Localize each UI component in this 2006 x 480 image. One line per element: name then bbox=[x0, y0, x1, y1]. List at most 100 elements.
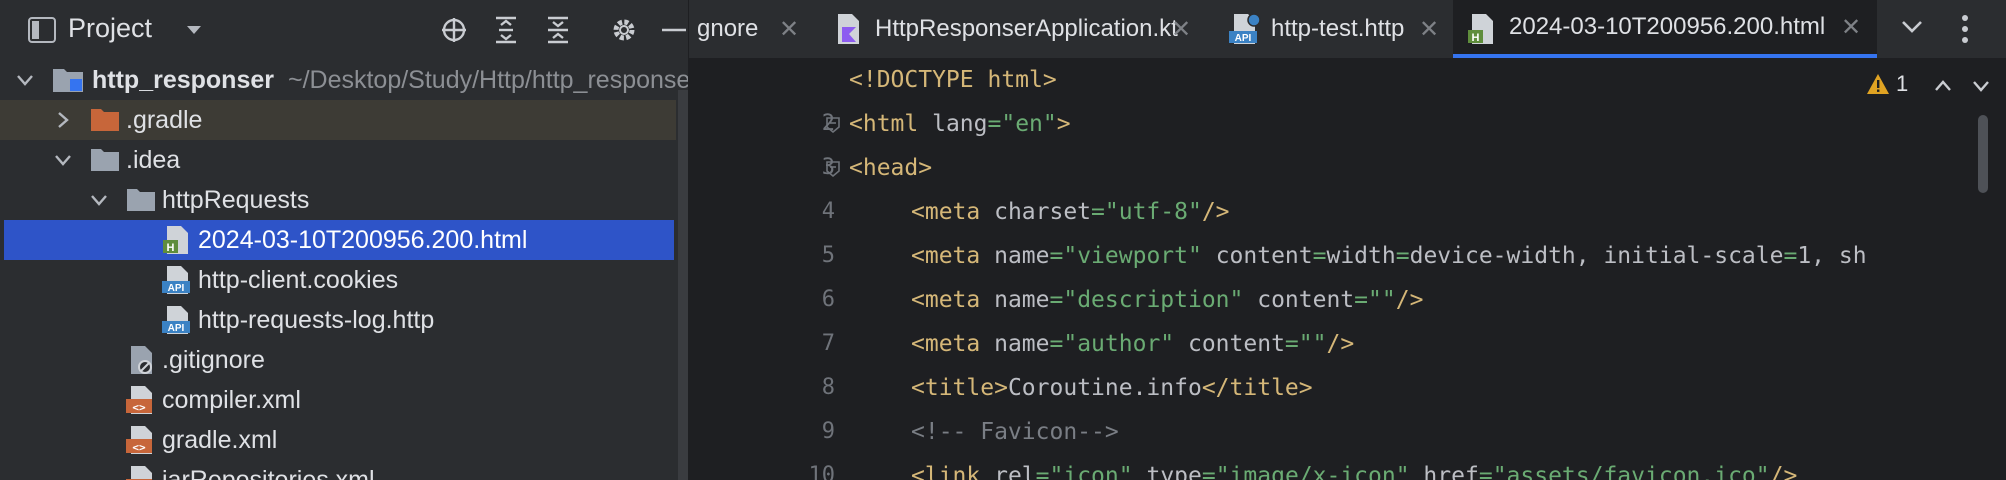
svg-text:<>: <> bbox=[132, 401, 146, 414]
folder-icon bbox=[90, 106, 120, 136]
minimize-icon[interactable] bbox=[658, 14, 688, 46]
xml-file-icon: <> bbox=[126, 385, 156, 415]
close-icon[interactable]: ✕ bbox=[1171, 15, 1191, 44]
ignore-file-icon bbox=[126, 345, 156, 375]
line-number: 9 bbox=[821, 419, 835, 444]
code-line: <meta name="description" content=""/> bbox=[911, 287, 1424, 313]
code-line: <meta name="viewport" content=width=devi… bbox=[911, 243, 1867, 269]
tab-http-test[interactable]: API http-test.http ✕ bbox=[1215, 0, 1453, 58]
line-number: 10 bbox=[808, 463, 836, 480]
chevron-down-icon[interactable] bbox=[14, 69, 36, 91]
code-line: <title>Coroutine.info</title> bbox=[911, 375, 1313, 401]
tree-item-gradle-xml[interactable]: <> gradle.xml bbox=[0, 420, 676, 460]
code-line: <meta charset="utf-8"/> bbox=[911, 199, 1230, 225]
code-line: <head> bbox=[849, 155, 933, 181]
close-icon[interactable]: ✕ bbox=[1841, 13, 1861, 42]
folder-icon bbox=[90, 146, 120, 176]
html-file-icon: H bbox=[162, 225, 192, 255]
tree-item-jarrepositories-xml[interactable]: jarRepositories.xml bbox=[0, 460, 676, 480]
gear-icon[interactable] bbox=[608, 14, 640, 46]
tab-gitignore[interactable]: gnore ✕ bbox=[689, 0, 817, 58]
more-icon[interactable] bbox=[1961, 14, 1969, 49]
tree-item-label: .idea bbox=[126, 145, 181, 174]
api-file-icon: API bbox=[162, 305, 192, 335]
fold-marker-icon[interactable] bbox=[826, 117, 840, 134]
line-number: 2 bbox=[821, 111, 835, 136]
collapse-all-icon[interactable] bbox=[542, 14, 574, 46]
project-view-icon[interactable] bbox=[26, 14, 58, 46]
api-file-icon: API bbox=[162, 265, 192, 295]
tree-item-html-file[interactable]: H 2024-03-10T200956.200.html bbox=[4, 220, 674, 260]
xml-file-icon: <> bbox=[126, 425, 156, 455]
tree-item-idea[interactable]: .idea bbox=[0, 140, 676, 180]
tree-item-label: http-requests-log.http bbox=[198, 305, 435, 334]
tab-label: gnore bbox=[697, 15, 759, 42]
tab-label: http-test.http bbox=[1271, 15, 1405, 42]
chevron-down-icon[interactable] bbox=[1972, 77, 1990, 96]
line-gutter: 2 3 4 5 6 7 8 9 10 bbox=[689, 59, 840, 480]
line-number: 8 bbox=[821, 375, 835, 400]
chevron-down-icon[interactable] bbox=[52, 149, 74, 171]
kotlin-file-icon bbox=[833, 13, 863, 52]
inspection-widget[interactable]: 1 bbox=[1846, 59, 2006, 103]
tab-label: 2024-03-10T200956.200.html bbox=[1509, 13, 1826, 40]
code-line: <!DOCTYPE html> bbox=[849, 67, 1057, 93]
line-number: 7 bbox=[821, 331, 835, 356]
chevron-down-icon[interactable] bbox=[88, 189, 110, 211]
project-panel-header: Project bbox=[0, 0, 688, 60]
line-number: 3 bbox=[821, 155, 835, 180]
chevron-down-icon[interactable] bbox=[1901, 20, 1923, 39]
svg-text:<>: <> bbox=[132, 441, 146, 454]
tree-item-label: jarRepositories.xml bbox=[162, 465, 375, 480]
locate-icon[interactable] bbox=[438, 14, 470, 46]
fold-marker-icon[interactable] bbox=[826, 161, 840, 178]
html-badge: H bbox=[167, 242, 175, 254]
tree-item-label: httpRequests bbox=[162, 185, 310, 214]
warning-count: 1 bbox=[1896, 71, 1909, 96]
tree-item-gitignore[interactable]: .gitignore bbox=[0, 340, 676, 380]
api-file-icon: API bbox=[1229, 13, 1261, 52]
code-editor[interactable]: 2 3 4 5 6 7 8 9 10 <!DOCTYPE html> <html… bbox=[689, 59, 2006, 480]
expand-all-icon[interactable] bbox=[490, 14, 522, 46]
tree-item-label: .gitignore bbox=[162, 345, 265, 374]
editor-scrollbar[interactable] bbox=[1978, 115, 1988, 193]
tree-item-gradle[interactable]: .gradle bbox=[0, 100, 676, 140]
tree-item-label: gradle.xml bbox=[162, 425, 278, 454]
project-panel: Project http_responser ~/Desktop/Study/H… bbox=[0, 0, 689, 480]
code-line-comment: <!-- Favicon--> bbox=[911, 419, 1119, 445]
tree-item-label: http_responser bbox=[92, 65, 274, 94]
panel-scrollbar[interactable] bbox=[678, 90, 688, 480]
line-number: 4 bbox=[821, 199, 835, 224]
line-number: 5 bbox=[821, 243, 835, 268]
tab-html-file[interactable]: H 2024-03-10T200956.200.html ✕ bbox=[1453, 0, 1877, 58]
warning-icon[interactable] bbox=[1866, 73, 1890, 99]
chevron-right-icon[interactable] bbox=[52, 109, 74, 131]
module-folder-icon bbox=[52, 65, 83, 95]
html-file-icon: H bbox=[1467, 13, 1497, 52]
tree-item-http-responser[interactable]: http_responser ~/Desktop/Study/Http/http_… bbox=[0, 60, 688, 100]
tree-item-httprequests[interactable]: httpRequests bbox=[0, 180, 676, 220]
close-icon[interactable]: ✕ bbox=[1419, 15, 1439, 44]
line-number: 6 bbox=[821, 287, 835, 312]
code-line: <meta name="author" content=""/> bbox=[911, 331, 1355, 357]
tree-item-http-requests-log[interactable]: API http-requests-log.http bbox=[0, 300, 676, 340]
api-badge: API bbox=[168, 283, 185, 294]
api-badge: API bbox=[1235, 33, 1252, 44]
code-line: <html lang="en"> bbox=[849, 111, 1071, 137]
tab-httpresponserapplication-kt[interactable]: HttpResponserApplication.kt ✕ bbox=[817, 0, 1215, 58]
tab-label: HttpResponserApplication.kt bbox=[875, 15, 1178, 42]
project-panel-title[interactable]: Project bbox=[68, 13, 152, 44]
tree-item-label: .gradle bbox=[126, 105, 203, 134]
tree-item-label: compiler.xml bbox=[162, 385, 301, 414]
api-badge: API bbox=[168, 323, 185, 334]
project-path-hint: ~/Desktop/Study/Http/http_responser bbox=[287, 65, 689, 94]
editor-tab-bar: gnore ✕ HttpResponserApplication.kt ✕ AP… bbox=[689, 0, 2006, 59]
close-icon[interactable]: ✕ bbox=[779, 15, 799, 44]
html-badge: H bbox=[1472, 32, 1480, 44]
xml-file-icon bbox=[126, 465, 156, 480]
folder-icon bbox=[126, 186, 156, 216]
chevron-up-icon[interactable] bbox=[1934, 77, 1952, 96]
chevron-down-icon[interactable] bbox=[178, 14, 210, 46]
tree-item-http-client-cookies[interactable]: API http-client.cookies bbox=[0, 260, 676, 300]
tree-item-compiler-xml[interactable]: <> compiler.xml bbox=[0, 380, 676, 420]
